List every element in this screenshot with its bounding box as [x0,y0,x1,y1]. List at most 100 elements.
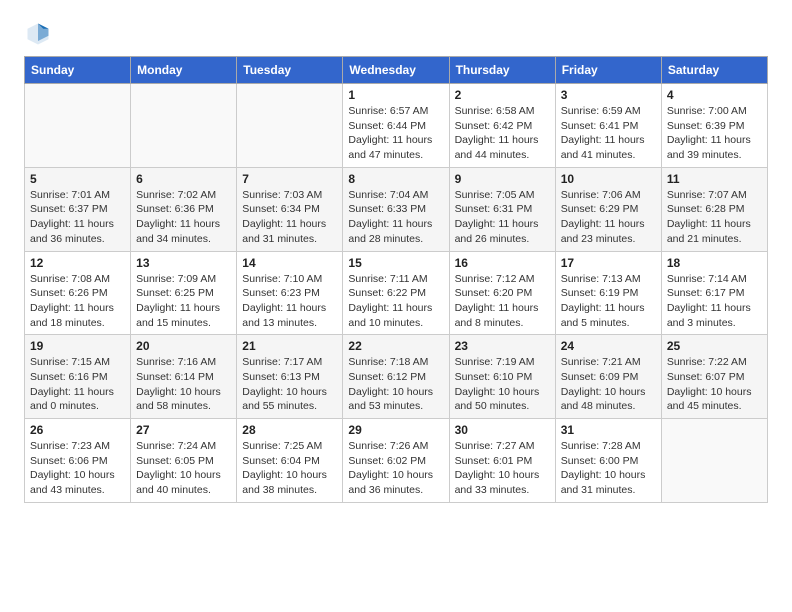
calendar-cell: 6Sunrise: 7:02 AM Sunset: 6:36 PM Daylig… [131,167,237,251]
calendar-cell [131,84,237,168]
calendar-cell: 30 Sunrise: 7:27 AM Sunset: 6:01 PM Dayli… [449,419,555,503]
day-info: Sunrise: 7:14 AM Sunset: 6:17 PM Dayligh… [667,272,762,331]
calendar-week-row: 5Sunrise: 7:01 AM Sunset: 6:37 PM Daylig… [25,167,768,251]
calendar-cell: 22 Sunrise: 7:18 AM Sunset: 6:12 PM Dayli… [343,335,449,419]
day-number: 9 [455,172,550,186]
calendar-cell: 8 Sunrise: 7:04 AM Sunset: 6:33 PM Daylig… [343,167,449,251]
day-info: Sunrise: 7:25 AM Sunset: 6:04 PM Dayligh… [242,439,337,498]
day-info: Sunrise: 7:06 AM Sunset: 6:29 PM Dayligh… [561,188,656,247]
day-number: 2 [455,88,550,102]
day-info: Sunrise: 7:26 AM Sunset: 6:02 PM Dayligh… [348,439,443,498]
calendar-cell: 9 Sunrise: 7:05 AM Sunset: 6:31 PM Daylig… [449,167,555,251]
day-info: Sunrise: 7:13 AM Sunset: 6:19 PM Dayligh… [561,272,656,331]
day-info: Sunrise: 7:12 AM Sunset: 6:20 PM Dayligh… [455,272,550,331]
weekday-header: Friday [555,57,661,84]
calendar-cell: 1Sunrise: 6:57 AM Sunset: 6:44 PM Daylig… [343,84,449,168]
calendar-header-row: SundayMondayTuesdayWednesdayThursdayFrid… [25,57,768,84]
day-number: 24 [561,339,656,353]
day-info: Sunrise: 6:58 AM Sunset: 6:42 PM Dayligh… [455,104,550,163]
day-info: Sunrise: 7:23 AM Sunset: 6:06 PM Dayligh… [30,439,125,498]
calendar-cell: 16 Sunrise: 7:12 AM Sunset: 6:20 PM Dayli… [449,251,555,335]
logo [24,20,56,48]
day-info: Sunrise: 7:17 AM Sunset: 6:13 PM Dayligh… [242,355,337,414]
day-number: 14 [242,256,337,270]
day-number: 7 [242,172,337,186]
day-number: 4 [667,88,762,102]
calendar-cell: 20 Sunrise: 7:16 AM Sunset: 6:14 PM Dayli… [131,335,237,419]
day-number: 17 [561,256,656,270]
calendar-cell: 19 Sunrise: 7:15 AM Sunset: 6:16 PM Dayli… [25,335,131,419]
day-info: Sunrise: 7:10 AM Sunset: 6:23 PM Dayligh… [242,272,337,331]
day-info: Sunrise: 7:28 AM Sunset: 6:00 PM Dayligh… [561,439,656,498]
calendar-cell: 11 Sunrise: 7:07 AM Sunset: 6:28 PM Dayli… [661,167,767,251]
day-number: 19 [30,339,125,353]
calendar-week-row: 12 Sunrise: 7:08 AM Sunset: 6:26 PM Dayli… [25,251,768,335]
day-number: 11 [667,172,762,186]
day-number: 18 [667,256,762,270]
calendar-cell: 3 Sunrise: 6:59 AM Sunset: 6:41 PM Daylig… [555,84,661,168]
day-number: 30 [455,423,550,437]
day-number: 25 [667,339,762,353]
calendar-cell: 7Sunrise: 7:03 AM Sunset: 6:34 PM Daylig… [237,167,343,251]
day-number: 26 [30,423,125,437]
calendar-cell: 12 Sunrise: 7:08 AM Sunset: 6:26 PM Dayli… [25,251,131,335]
day-number: 21 [242,339,337,353]
calendar-table: SundayMondayTuesdayWednesdayThursdayFrid… [24,56,768,503]
weekday-header: Thursday [449,57,555,84]
weekday-header: Saturday [661,57,767,84]
calendar-cell: 13Sunrise: 7:09 AM Sunset: 6:25 PM Dayli… [131,251,237,335]
day-number: 27 [136,423,231,437]
calendar-cell [237,84,343,168]
day-info: Sunrise: 7:21 AM Sunset: 6:09 PM Dayligh… [561,355,656,414]
calendar-cell: 24 Sunrise: 7:21 AM Sunset: 6:09 PM Dayli… [555,335,661,419]
day-info: Sunrise: 6:59 AM Sunset: 6:41 PM Dayligh… [561,104,656,163]
day-info: Sunrise: 7:00 AM Sunset: 6:39 PM Dayligh… [667,104,762,163]
day-number: 23 [455,339,550,353]
day-number: 12 [30,256,125,270]
calendar-week-row: 26 Sunrise: 7:23 AM Sunset: 6:06 PM Dayli… [25,419,768,503]
day-number: 22 [348,339,443,353]
calendar-week-row: 1Sunrise: 6:57 AM Sunset: 6:44 PM Daylig… [25,84,768,168]
calendar-cell [25,84,131,168]
day-info: Sunrise: 7:16 AM Sunset: 6:14 PM Dayligh… [136,355,231,414]
calendar-cell: 15Sunrise: 7:11 AM Sunset: 6:22 PM Dayli… [343,251,449,335]
day-info: Sunrise: 7:01 AM Sunset: 6:37 PM Dayligh… [30,188,125,247]
day-number: 31 [561,423,656,437]
weekday-header: Monday [131,57,237,84]
weekday-header: Wednesday [343,57,449,84]
calendar-cell: 4 Sunrise: 7:00 AM Sunset: 6:39 PM Daylig… [661,84,767,168]
day-number: 8 [348,172,443,186]
day-number: 28 [242,423,337,437]
calendar-cell: 25 Sunrise: 7:22 AM Sunset: 6:07 PM Dayli… [661,335,767,419]
calendar-cell: 5Sunrise: 7:01 AM Sunset: 6:37 PM Daylig… [25,167,131,251]
weekday-header: Tuesday [237,57,343,84]
day-number: 16 [455,256,550,270]
calendar-cell: 14 Sunrise: 7:10 AM Sunset: 6:23 PM Dayli… [237,251,343,335]
day-number: 20 [136,339,231,353]
logo-icon [24,20,52,48]
weekday-header: Sunday [25,57,131,84]
calendar-cell: 2 Sunrise: 6:58 AM Sunset: 6:42 PM Daylig… [449,84,555,168]
day-info: Sunrise: 7:07 AM Sunset: 6:28 PM Dayligh… [667,188,762,247]
calendar-cell: 29Sunrise: 7:26 AM Sunset: 6:02 PM Dayli… [343,419,449,503]
calendar-cell: 10Sunrise: 7:06 AM Sunset: 6:29 PM Dayli… [555,167,661,251]
calendar-cell: 18 Sunrise: 7:14 AM Sunset: 6:17 PM Dayli… [661,251,767,335]
day-info: Sunrise: 7:05 AM Sunset: 6:31 PM Dayligh… [455,188,550,247]
day-info: Sunrise: 7:02 AM Sunset: 6:36 PM Dayligh… [136,188,231,247]
day-info: Sunrise: 7:18 AM Sunset: 6:12 PM Dayligh… [348,355,443,414]
day-info: Sunrise: 7:11 AM Sunset: 6:22 PM Dayligh… [348,272,443,331]
day-info: Sunrise: 7:08 AM Sunset: 6:26 PM Dayligh… [30,272,125,331]
calendar-cell: 21 Sunrise: 7:17 AM Sunset: 6:13 PM Dayli… [237,335,343,419]
day-info: Sunrise: 6:57 AM Sunset: 6:44 PM Dayligh… [348,104,443,163]
day-number: 3 [561,88,656,102]
day-info: Sunrise: 7:27 AM Sunset: 6:01 PM Dayligh… [455,439,550,498]
calendar-cell: 27Sunrise: 7:24 AM Sunset: 6:05 PM Dayli… [131,419,237,503]
calendar-cell: 31 Sunrise: 7:28 AM Sunset: 6:00 PM Dayli… [555,419,661,503]
calendar-cell: 17 Sunrise: 7:13 AM Sunset: 6:19 PM Dayli… [555,251,661,335]
calendar-week-row: 19 Sunrise: 7:15 AM Sunset: 6:16 PM Dayli… [25,335,768,419]
day-info: Sunrise: 7:22 AM Sunset: 6:07 PM Dayligh… [667,355,762,414]
calendar-cell: 26 Sunrise: 7:23 AM Sunset: 6:06 PM Dayli… [25,419,131,503]
page-header [24,20,768,48]
day-info: Sunrise: 7:04 AM Sunset: 6:33 PM Dayligh… [348,188,443,247]
day-info: Sunrise: 7:15 AM Sunset: 6:16 PM Dayligh… [30,355,125,414]
